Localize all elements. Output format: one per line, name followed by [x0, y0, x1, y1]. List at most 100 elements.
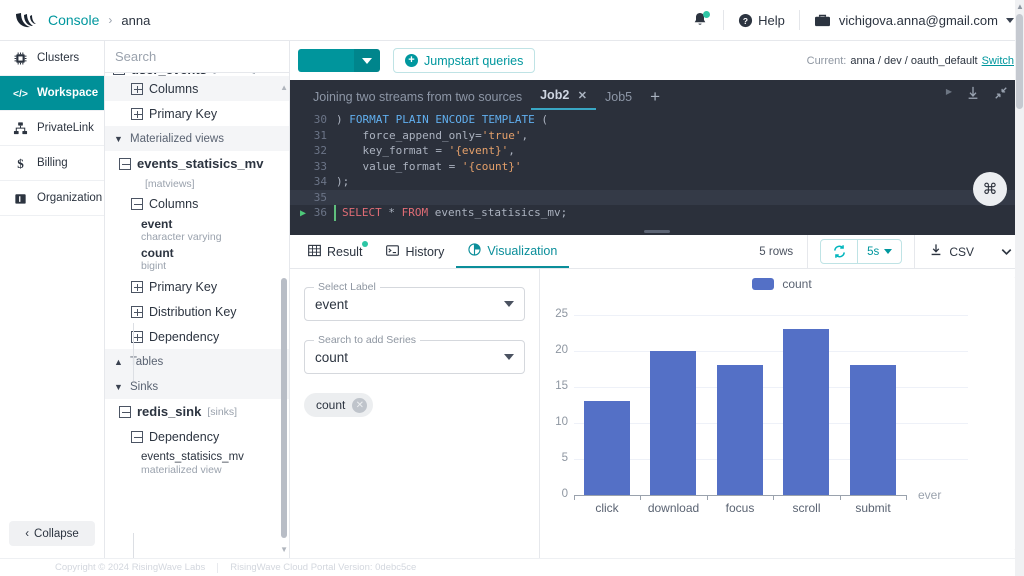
editor-tab-job5[interactable]: Job5 [596, 90, 641, 110]
help-button[interactable]: ? Help [738, 13, 785, 28]
footer: Copyright © 2024 RisingWave Labs RisingW… [0, 558, 1024, 576]
add-tab-icon[interactable]: + [641, 87, 669, 110]
sidebar-item-organization[interactable]: Organization [0, 181, 104, 216]
editor-tab-job2[interactable]: Job2 ✕ [531, 88, 596, 110]
tree-child-primary-key[interactable]: Primary Key [105, 101, 289, 126]
catalog-tree[interactable]: user_events [sources] Columns Primary Ke… [105, 73, 289, 558]
tab-result[interactable]: Result [296, 235, 374, 268]
collapse-toggle-icon[interactable] [113, 73, 125, 75]
expand-toggle-icon[interactable] [131, 280, 143, 293]
breadcrumb-console[interactable]: Console [48, 12, 99, 28]
scroll-up-icon[interactable]: ▲ [1016, 2, 1024, 11]
catalog-scrollbar[interactable] [281, 278, 287, 538]
run-split-button[interactable] [298, 49, 380, 72]
y-tick-label: 10 [555, 416, 568, 428]
editor-tab-joining[interactable]: Joining two streams from two sources [304, 90, 531, 110]
tree-column-count[interactable]: count bigint [105, 245, 289, 274]
sidebar-item-workspace[interactable]: </> Workspace [0, 76, 104, 111]
window-scrollbar-thumb[interactable] [1016, 14, 1023, 109]
refresh-icon[interactable] [821, 244, 857, 259]
tree-section-label: Materialized views [130, 132, 224, 145]
code-area[interactable]: 30 ) FORMAT PLAIN ENCODE TEMPLATE ( 31 f… [290, 110, 1024, 235]
auto-refresh-group[interactable]: 5s [820, 239, 903, 264]
chart-legend[interactable]: count [540, 269, 1024, 291]
gridline [574, 351, 968, 352]
expand-toggle-icon[interactable] [131, 82, 143, 95]
x-tick [906, 495, 907, 500]
sidebar-item-billing[interactable]: $ Billing [0, 146, 104, 181]
legend-swatch-count [752, 278, 775, 290]
download-csv-button[interactable]: CSV [915, 243, 988, 261]
bell-icon[interactable] [691, 11, 711, 29]
tree-node-redis-sink[interactable]: redis_sink [sinks] [105, 399, 289, 424]
collapse-toggle-icon[interactable] [119, 157, 131, 170]
sidebar-item-privatelink[interactable]: PrivateLink [0, 111, 104, 146]
tree-section-materialized-views[interactable]: ▼ Materialized views [105, 126, 289, 151]
collapse-sidebar-button[interactable]: ‹ Collapse [9, 521, 95, 546]
refresh-interval-select[interactable]: 5s [857, 240, 901, 263]
collapse-toggle-icon[interactable] [119, 405, 131, 418]
select-label-dropdown[interactable]: Select Label event [304, 281, 525, 321]
chip-label: count [316, 398, 346, 412]
close-icon[interactable]: ✕ [578, 90, 587, 102]
tab-history[interactable]: History [374, 235, 456, 268]
window-scrollbar[interactable]: ▲ [1015, 0, 1024, 576]
collapse-toggle-icon[interactable] [131, 430, 143, 443]
collapse-diagonal-icon[interactable] [994, 86, 1008, 103]
tree-child-columns-mv[interactable]: Columns [105, 191, 289, 216]
command-key-icon[interactable]: ⌘ [973, 172, 1007, 206]
tree-column-event[interactable]: event character varying [105, 216, 289, 245]
collapse-toggle-icon[interactable] [131, 197, 143, 210]
tree-node-label: Columns [149, 196, 199, 211]
scroll-down-icon[interactable]: ▼ [280, 545, 288, 554]
account-menu[interactable]: vichigova.anna@gmail.com [814, 13, 1014, 28]
series-search-dropdown[interactable]: Search to add Series count [304, 334, 525, 374]
tab-visualization[interactable]: Visualization [456, 235, 570, 268]
bar-submit[interactable] [850, 365, 896, 495]
bar-download[interactable] [650, 351, 696, 495]
chevron-down-icon: ▼ [114, 381, 123, 392]
tree-node-label: user_events [131, 73, 207, 76]
bar-click[interactable] [584, 401, 630, 495]
jumpstart-queries-button[interactable]: + Jumpstart queries [393, 48, 536, 73]
run-button[interactable] [298, 49, 354, 72]
x-tick [640, 495, 641, 500]
result-tabs: Result History Visualization 5 rows 5s C… [290, 234, 1024, 269]
expand-toggle-icon[interactable] [131, 305, 143, 318]
bar-focus[interactable] [717, 365, 763, 495]
code-line: 32 key_format = '{event}', [290, 143, 1024, 159]
tabs-overflow-icon[interactable]: ▶ [946, 87, 952, 104]
expand-toggle-icon[interactable] [131, 107, 143, 120]
close-circle-icon[interactable]: ✕ [352, 397, 368, 413]
sidebar-item-clusters[interactable]: Clusters [0, 41, 104, 76]
question-circle-icon: ? [739, 13, 753, 27]
risingwave-logo-icon[interactable] [14, 10, 38, 30]
run-triangle-icon[interactable]: ▶ [300, 206, 306, 222]
csv-label: CSV [949, 244, 974, 259]
tree-child-primary-key-mv[interactable]: Primary Key [105, 274, 289, 299]
sidebar-label: Workspace [37, 87, 99, 99]
code-brackets-icon: </> [12, 85, 29, 102]
editor-resize-handle[interactable] [644, 230, 670, 233]
switch-context-link[interactable]: Switch [982, 55, 1014, 67]
tree-child-distribution-key[interactable]: Distribution Key [105, 299, 289, 324]
tree-node-events-statisics-mv[interactable]: events_statisics_mv [105, 151, 289, 176]
sql-editor[interactable]: Joining two streams from two sources Job… [290, 80, 1024, 235]
gridline [574, 459, 968, 460]
line-number: 35 [313, 190, 327, 204]
tree-child-columns[interactable]: Columns [105, 76, 289, 101]
gridline [574, 315, 968, 316]
scroll-up-icon[interactable]: ▲ [280, 83, 288, 92]
series-chip-count[interactable]: count ✕ [304, 393, 374, 417]
bar-scroll[interactable] [783, 329, 829, 495]
catalog-searchbar [105, 41, 320, 73]
run-options-button[interactable] [354, 49, 380, 72]
breadcrumb-current: anna [121, 12, 151, 28]
tree-column-events-statisics-mv[interactable]: events_statisics_mv materialized view [105, 449, 289, 478]
tree-guide-line [133, 533, 134, 558]
tree-child-dependency-sink[interactable]: Dependency [105, 424, 289, 449]
download-icon[interactable] [966, 85, 980, 104]
code-text: value_format = '{count}' [336, 159, 522, 173]
search-input[interactable] [105, 49, 291, 64]
x-tick-label: scroll [792, 501, 821, 515]
